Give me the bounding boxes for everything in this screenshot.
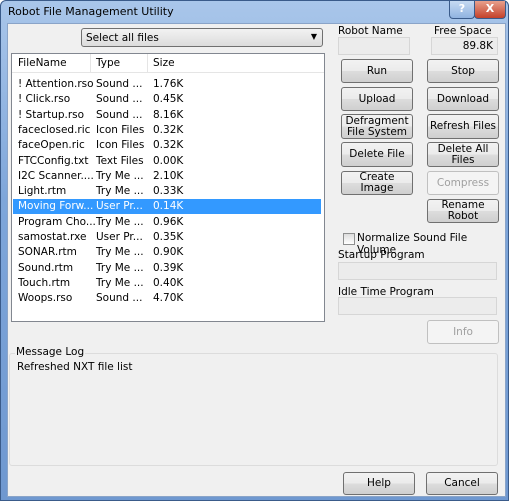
file-size: 0.40K (153, 276, 184, 289)
file-filename: Light.rtm (18, 185, 67, 198)
run-button[interactable]: Run (341, 59, 413, 83)
column-header-filename[interactable]: FileName (18, 57, 67, 69)
rename-robot-button[interactable]: Rename Robot (427, 199, 499, 223)
column-divider[interactable] (147, 54, 148, 72)
file-list-row[interactable]: I2C Scanner.... Try Me ... 2.10K (13, 169, 321, 184)
chevron-down-icon: ▼ (310, 32, 317, 41)
file-size: 0.14K (153, 200, 184, 213)
file-type: Try Me ... (96, 215, 144, 228)
file-type: Sound ... (96, 292, 143, 305)
file-filename: I2C Scanner.... (18, 169, 94, 182)
create-image-button[interactable]: Create Image (341, 171, 413, 195)
dialog-window: Robot File Management Utility ? X Select… (0, 0, 509, 501)
delete-file-button[interactable]: Delete File (341, 142, 413, 167)
file-filename: Touch.rtm (18, 276, 71, 289)
file-size: 2.10K (153, 169, 184, 182)
file-filename: faceclosed.ric (18, 123, 91, 136)
column-divider[interactable] (90, 54, 91, 72)
file-filename: SONAR.rtm (18, 246, 77, 259)
message-log-label: Message Log (15, 346, 86, 358)
startup-program-label: Startup Program (338, 249, 425, 261)
stop-button[interactable]: Stop (427, 59, 499, 83)
file-filename: ! Attention.rso (18, 78, 94, 90)
close-button[interactable]: X (474, 1, 506, 19)
file-type: User Pr... (96, 231, 143, 243)
file-filename: ! Startup.rso (18, 108, 85, 121)
file-filename: samostat.rxe (18, 231, 87, 243)
file-list-row[interactable]: Touch.rtm Try Me ... 0.40K (13, 276, 321, 291)
file-type: Try Me ... (96, 169, 144, 182)
file-list-row[interactable]: ! Click.rso Sound ... 0.45K (13, 92, 321, 107)
free-space-label: Free Space (434, 25, 492, 37)
file-type: Text Files (96, 154, 144, 167)
file-filename: Moving Forw... (18, 200, 94, 213)
delete-all-files-button[interactable]: Delete All Files (427, 142, 499, 167)
free-space-value: 89.8K (431, 37, 498, 55)
column-header-type[interactable]: Type (96, 57, 120, 69)
compress-button: Compress (427, 171, 499, 195)
column-header-size[interactable]: Size (153, 57, 175, 69)
robot-name-field (338, 37, 410, 55)
message-log-entry: Refreshed NXT file list (17, 361, 133, 373)
client-area: Select all files ▼ FileName Type Size ! … (7, 23, 506, 497)
cancel-button[interactable]: Cancel (426, 472, 498, 495)
file-list-row[interactable]: SONAR.rtm Try Me ... 0.90K (13, 245, 321, 260)
file-list-row[interactable]: Moving Forw... User Pr... 0.14K (13, 199, 321, 215)
file-list[interactable]: FileName Type Size ! Attention.rso Sound … (11, 53, 325, 322)
file-size: 0.39K (153, 261, 184, 274)
file-list-row[interactable]: samostat.rxe User Pr... 0.35K (13, 230, 321, 245)
file-filename: faceOpen.ric (18, 139, 85, 152)
startup-program-field[interactable] (338, 262, 497, 280)
file-type: Try Me ... (96, 276, 144, 289)
file-list-row[interactable]: Light.rtm Try Me ... 0.33K (13, 184, 321, 199)
defragment-button[interactable]: Defragment File System (341, 114, 413, 139)
filter-selected-value: Select all files (86, 32, 159, 44)
file-filename: ! Click.rso (18, 93, 71, 106)
file-list-row[interactable]: Sound.rtm Try Me ... 0.39K (13, 261, 321, 276)
file-list-row[interactable]: Program Cho... Try Me ... 0.96K (13, 215, 321, 230)
info-button: Info (427, 320, 499, 344)
file-size: 0.45K (153, 93, 184, 106)
file-size: 8.16K (153, 108, 184, 121)
file-filter-dropdown[interactable]: Select all files ▼ (81, 28, 323, 47)
normalize-checkbox[interactable] (343, 233, 355, 245)
idle-time-program-field[interactable] (338, 297, 497, 315)
file-size: 4.70K (153, 292, 184, 305)
file-filename: Woops.rso (18, 292, 73, 305)
file-type: Try Me ... (96, 261, 144, 274)
list-header: FileName Type Size (12, 54, 324, 73)
file-filename: FTCConfig.txt (18, 154, 89, 167)
file-list-row[interactable]: FTCConfig.txt Text Files 0.00K (13, 154, 321, 169)
file-type: Try Me ... (96, 246, 144, 259)
file-type: User Pr... (96, 200, 143, 213)
help-title-button[interactable]: ? (449, 1, 475, 19)
robot-name-label: Robot Name (338, 25, 403, 37)
help-button[interactable]: Help (343, 472, 415, 495)
file-list-row[interactable]: ! Startup.rso Sound ... 8.16K (13, 108, 321, 123)
window-title: Robot File Management Utility (8, 5, 174, 18)
file-list-row[interactable]: ! Attention.rso Sound ... 1.76K (13, 77, 321, 92)
file-type: Try Me ... (96, 185, 144, 198)
file-type: Sound ... (96, 93, 143, 106)
file-type: Icon Files (96, 123, 145, 136)
file-size: 0.90K (153, 246, 184, 259)
file-list-row[interactable]: Woops.rso Sound ... 4.70K (13, 291, 321, 306)
file-size: 1.76K (153, 78, 184, 90)
file-size: 0.00K (153, 154, 184, 167)
file-type: Sound ... (96, 108, 143, 121)
file-size: 0.32K (153, 139, 184, 152)
upload-button[interactable]: Upload (341, 87, 413, 111)
file-filename: Sound.rtm (18, 261, 74, 274)
file-size: 0.32K (153, 123, 184, 136)
download-button[interactable]: Download (427, 87, 499, 111)
file-type: Sound ... (96, 78, 143, 90)
file-list-row[interactable]: faceOpen.ric Icon Files 0.32K (13, 138, 321, 153)
refresh-files-button[interactable]: Refresh Files (427, 114, 499, 139)
file-size: 0.33K (153, 185, 184, 198)
file-filename: Program Cho... (18, 215, 96, 228)
file-type: Icon Files (96, 139, 145, 152)
file-size: 0.96K (153, 215, 184, 228)
file-size: 0.35K (153, 231, 184, 243)
file-list-row[interactable]: faceclosed.ric Icon Files 0.32K (13, 123, 321, 138)
